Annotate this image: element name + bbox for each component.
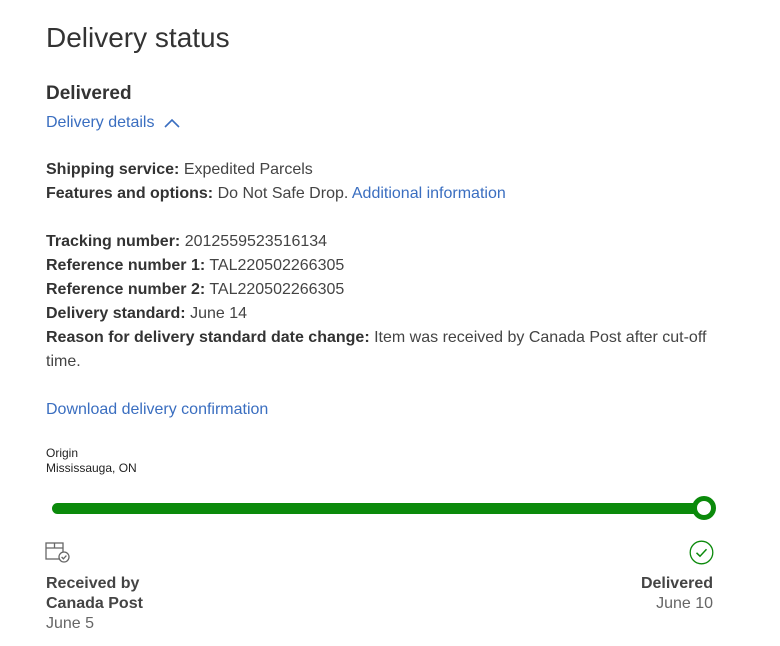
reference-number-2-row: Reference number 2: TAL220502266305 — [46, 278, 344, 302]
check-circle-icon — [689, 540, 714, 565]
shipping-service-value: Expedited Parcels — [183, 161, 313, 178]
progress-end-marker — [692, 496, 716, 520]
reference-number-2-label: Reference number 2: — [46, 281, 206, 298]
additional-information-link[interactable]: Additional information — [352, 185, 506, 202]
download-delivery-confirmation-link[interactable]: Download delivery confirmation — [46, 398, 268, 422]
received-event-date: June 5 — [46, 615, 95, 632]
tracking-number-row: Tracking number: 2012559523516134 — [46, 230, 327, 254]
features-row: Features and options: Do Not Safe Drop. … — [46, 182, 506, 206]
reason-label: Reason for delivery standard date change… — [46, 329, 370, 346]
delivered-event-date: June 10 — [656, 595, 713, 612]
delivery-details-toggle[interactable]: Delivery details — [46, 112, 181, 134]
reference-number-1-row: Reference number 1: TAL220502266305 — [46, 254, 344, 278]
delivery-status-heading: Delivered — [46, 83, 132, 104]
parcel-received-icon — [45, 542, 70, 563]
origin-block: Origin Mississauga, ON — [46, 446, 137, 476]
received-event: Received by Canada Post June 5 — [46, 574, 143, 634]
delivered-event: Delivered June 10 — [641, 574, 713, 614]
shipping-service-label: Shipping service: — [46, 161, 180, 178]
shipping-service-row: Shipping service: Expedited Parcels — [46, 158, 313, 182]
reason-row: Reason for delivery standard date change… — [46, 326, 716, 374]
reference-number-2-value: TAL220502266305 — [209, 281, 345, 298]
origin-location: Mississauga, ON — [46, 461, 137, 475]
delivery-standard-row: Delivery standard: June 14 — [46, 302, 247, 326]
delivery-progress-bar — [52, 503, 704, 514]
received-event-title-line1: Received by — [46, 575, 140, 592]
features-label: Features and options: — [46, 185, 214, 202]
origin-label: Origin — [46, 446, 79, 460]
tracking-number-label: Tracking number: — [46, 233, 181, 250]
features-value: Do Not Safe Drop. — [217, 185, 349, 202]
received-event-title-line2: Canada Post — [46, 595, 143, 612]
delivery-details-label: Delivery details — [46, 114, 155, 131]
delivery-standard-label: Delivery standard: — [46, 305, 186, 322]
reference-number-1-label: Reference number 1: — [46, 257, 206, 274]
delivery-standard-value: June 14 — [190, 305, 247, 322]
delivered-event-title: Delivered — [640, 575, 713, 592]
page-title: Delivery status — [46, 22, 230, 53]
tracking-number-value: 2012559523516134 — [184, 233, 328, 250]
chevron-up-icon — [164, 118, 181, 128]
reference-number-1-value: TAL220502266305 — [209, 257, 345, 274]
